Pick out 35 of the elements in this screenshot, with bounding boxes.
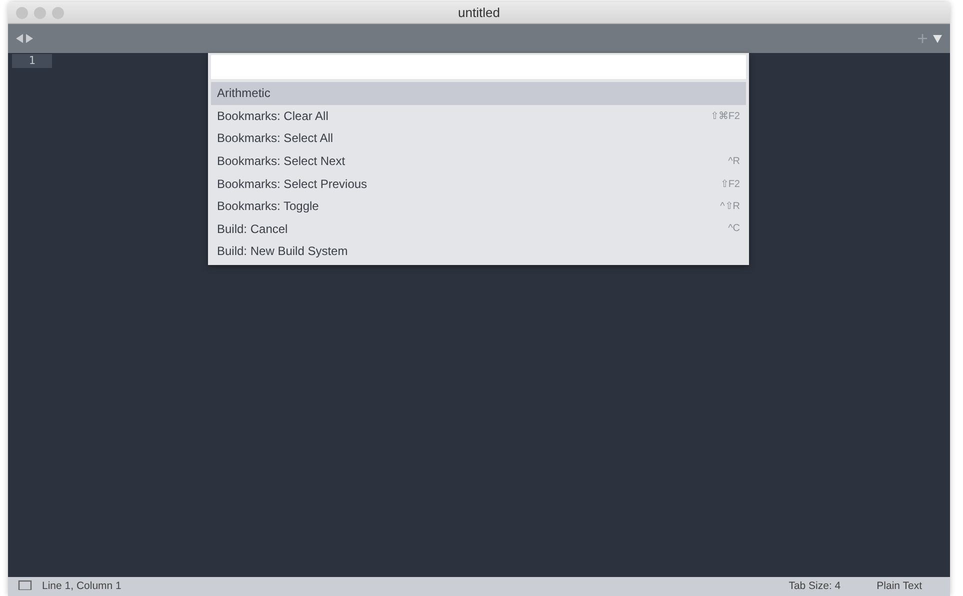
- command-item[interactable]: Bookmarks: Select Next ^R: [211, 150, 746, 172]
- search-field[interactable]: [211, 55, 746, 79]
- command-item[interactable]: Build: Cancel ^C: [211, 218, 746, 240]
- syntax-mode[interactable]: Plain Text: [876, 580, 922, 592]
- shortcut-label: ⇧⌘F2: [710, 110, 740, 122]
- shortcut-label: ^⇧R: [720, 200, 740, 212]
- command-item[interactable]: Arithmetic: [211, 82, 746, 105]
- shortcut-label: ⇧F2: [720, 178, 740, 190]
- forward-arrow-icon[interactable]: [26, 34, 33, 43]
- command-label: Build: Cancel: [217, 222, 288, 236]
- panel-icon[interactable]: [18, 580, 32, 590]
- command-label: Bookmarks: Select All: [217, 131, 334, 146]
- command-label: Bookmarks: Toggle: [217, 199, 319, 214]
- cursor-position: Line 1, Column 1: [42, 580, 122, 592]
- command-label: Bookmarks: Select Next: [217, 154, 346, 168]
- dropdown-icon[interactable]: [933, 34, 942, 42]
- shortcut-label: ^R: [728, 156, 740, 167]
- command-item[interactable]: Build: New Build System: [211, 240, 746, 263]
- back-arrow-icon[interactable]: [16, 34, 23, 43]
- command-label: Arithmetic: [217, 86, 270, 100]
- shortcut-label: ^C: [728, 223, 740, 234]
- close-button[interactable]: [16, 6, 28, 18]
- command-label: Bookmarks: Select Previous: [217, 176, 368, 191]
- command-item[interactable]: Bookmarks: Clear All ⇧⌘F2: [211, 104, 746, 128]
- command-item[interactable]: Bookmarks: Toggle ^⇧R: [211, 194, 746, 218]
- line-number: 1: [12, 54, 52, 68]
- command-item[interactable]: Bookmarks: Select Previous ⇧F2: [211, 172, 746, 195]
- command-label: Bookmarks: Clear All: [217, 108, 328, 123]
- command-label: Build: New Build System: [217, 244, 348, 258]
- minimize-button[interactable]: [34, 6, 46, 18]
- window-title: untitled: [458, 5, 500, 20]
- plus-icon[interactable]: [918, 34, 927, 43]
- zoom-button[interactable]: [52, 6, 64, 18]
- tab-size[interactable]: Tab Size: 4: [788, 580, 841, 592]
- command-item[interactable]: Bookmarks: Select All: [211, 127, 746, 150]
